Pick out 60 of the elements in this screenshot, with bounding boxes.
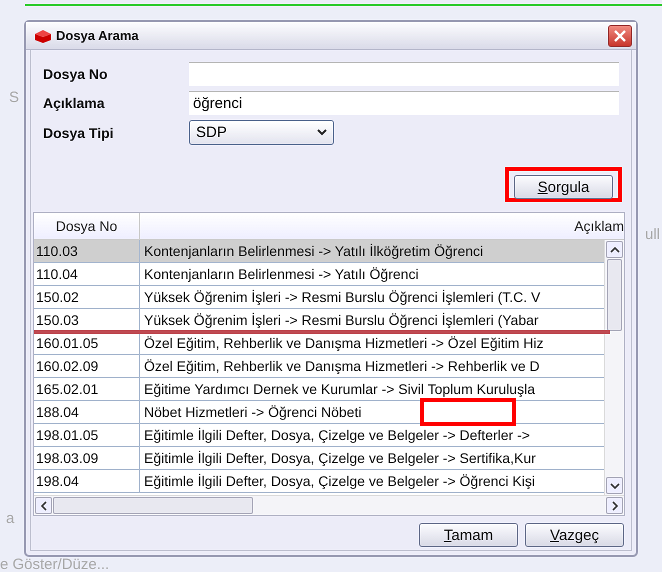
input-field[interactable]	[189, 62, 619, 86]
table-cell: Yüksek Öğrenim İşleri -> Resmi Burslu Öğrenci İşlemleri (T.C. V	[144, 289, 540, 305]
scroll-thumb[interactable]	[53, 497, 253, 514]
column-header[interactable]: Dosya No	[34, 213, 140, 239]
table-cell: 188.04	[36, 404, 79, 420]
table-row[interactable]: 160.01.05 Özel Eğitim, Rehberlik ve Danışma Hizmetleri -> Özel Eğitim Hiz	[34, 332, 604, 355]
input-field[interactable]: öğrenci	[189, 91, 619, 115]
table-cell: Eğitimle İlgili Defter, Dosya, Çizelge ve Belgeler -> Sertifika,Kur	[144, 450, 536, 466]
table-cell: Kontenjanların Belirlenmesi -> Yatılı İlköğretim Öğrenci	[144, 243, 484, 259]
box-icon	[34, 28, 52, 44]
field-label: Açıklama	[43, 95, 106, 111]
table-cell: 150.03	[36, 312, 79, 328]
table-cell: 165.02.01	[36, 381, 98, 397]
horizontal-scrollbar[interactable]	[34, 495, 624, 515]
background-label: ull	[645, 226, 660, 243]
table-cell: 160.01.05	[36, 335, 98, 351]
table-cell: 110.03	[36, 243, 78, 259]
chevron-up-icon	[610, 246, 620, 252]
table-cell: Eğitimle İlgili Defter, Dosya, Çizelge ve Belgeler -> Öğrenci Kişi	[144, 473, 535, 489]
search-button[interactable]: Sorgula	[514, 175, 613, 199]
close-icon	[613, 28, 627, 42]
field-label: Dosya No	[43, 66, 109, 82]
table-cell: 198.04	[36, 473, 79, 489]
chevron-right-icon	[612, 500, 618, 510]
table-cell: 198.03.09	[36, 450, 98, 466]
table-cell: Kontenjanların Belirlenmesi -> Yatılı Öğrenci	[144, 266, 419, 282]
table-cell: 150.02	[36, 289, 79, 305]
table-cell: Yüksek Öğrenim İşleri -> Resmi Burslu Öğrenci İşlemleri (Yabar	[144, 312, 539, 328]
background-label: a	[6, 510, 14, 527]
chevron-left-icon	[40, 500, 46, 510]
vertical-scrollbar[interactable]	[604, 240, 624, 495]
table-row[interactable]: 160.02.09 Özel Eğitim, Rehberlik ve Danışma Hizmetleri -> Rehberlik ve D	[34, 355, 604, 378]
column-header[interactable]: Açıklam	[140, 213, 624, 239]
ok-button[interactable]: Tamam	[419, 523, 518, 547]
table-row[interactable]: 198.04 Eğitimle İlgili Defter, Dosya, Çizelge ve Belgeler -> Öğrenci Kişi	[34, 470, 604, 493]
table-cell: 160.02.09	[36, 358, 98, 374]
table-row[interactable]: 198.03.09 Eğitimle İlgili Defter, Dosya, Çizelge ve Belgeler -> Sertifika,Kur	[34, 447, 604, 470]
window-title: Dosya Arama	[56, 28, 140, 43]
table-cell: 198.01.05	[36, 427, 98, 443]
table-cell: 110.04	[36, 266, 78, 282]
background-label: S	[9, 89, 20, 106]
table-row[interactable]: 110.04 Kontenjanların Belirlenmesi -> Yatılı Öğrenci	[34, 263, 604, 286]
table-row[interactable]: 150.02 Yüksek Öğrenim İşleri -> Resmi Burslu Öğrenci İşlemleri (T.C. V	[34, 286, 604, 309]
table-row[interactable]: 188.04 Nöbet Hizmetleri -> Öğrenci Nöbeti	[34, 401, 604, 424]
chevron-down-icon	[610, 482, 620, 488]
close-button[interactable]	[608, 24, 632, 46]
cancel-button[interactable]: Vazgeç	[525, 523, 624, 547]
table-cell: Eğitimle İlgili Defter, Dosya, Çizelge ve Belgeler -> Defterler ->	[144, 427, 530, 443]
background-label: e Göster/Düze...	[0, 556, 110, 572]
table-row[interactable]: 110.03 Kontenjanların Belirlenmesi -> Yatılı İlköğretim Öğrenci	[34, 240, 604, 263]
table-row[interactable]: 165.02.01 Eğitime Yardımcı Dernek ve Kurumlar -> Sivil Toplum Kuruluşla	[34, 378, 604, 401]
table-cell: Özel Eğitim, Rehberlik ve Danışma Hizmetleri -> Rehberlik ve D	[144, 358, 540, 374]
table-row[interactable]: 198.01.05 Eğitimle İlgili Defter, Dosya, Çizelge ve Belgeler -> Defterler ->	[34, 424, 604, 447]
field-label: Dosya Tipi	[43, 124, 115, 140]
table-cell: Özel Eğitim, Rehberlik ve Danışma Hizmetleri -> Özel Eğitim Hiz	[144, 335, 544, 351]
table-cell: Eğitime Yardımcı Dernek ve Kurumlar -> Sivil Toplum Kuruluşla	[144, 381, 535, 397]
type-dropdown[interactable]: SDP	[189, 120, 334, 145]
scroll-thumb[interactable]	[607, 259, 622, 331]
chevron-down-icon	[317, 129, 327, 136]
table-cell: Nöbet Hizmetleri -> Öğrenci Nöbeti	[144, 404, 362, 420]
